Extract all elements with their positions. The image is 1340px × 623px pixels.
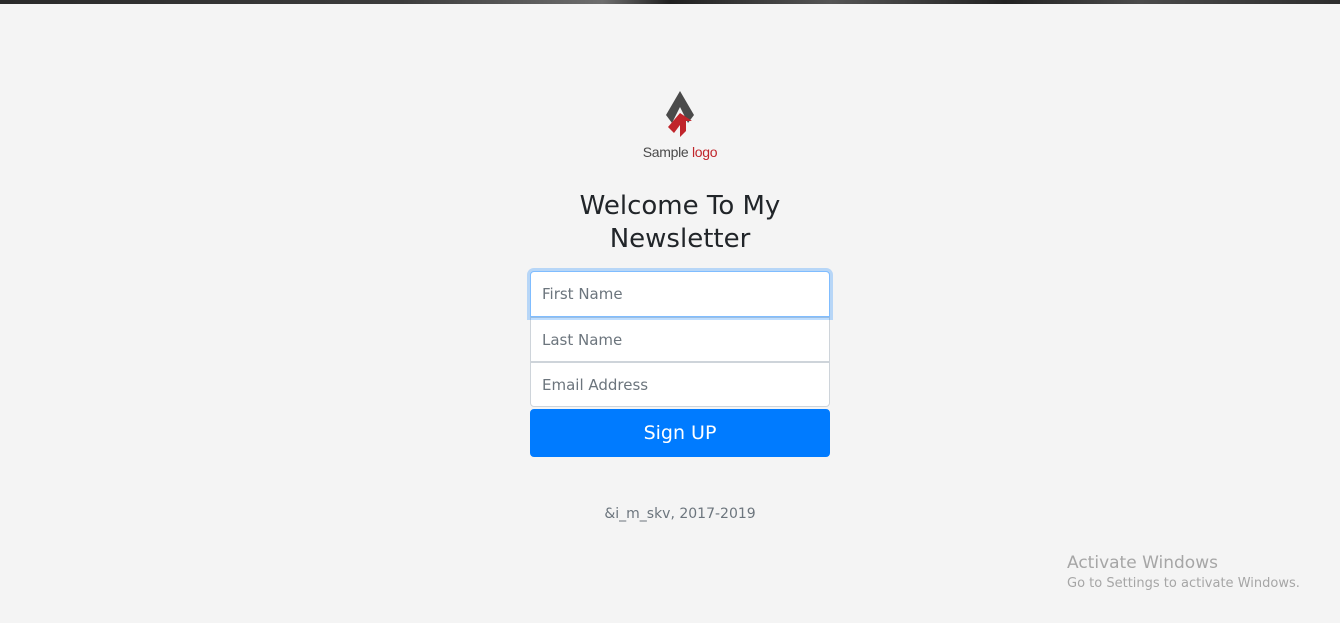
footer-copyright: &i_m_skv, 2017-2019 — [604, 506, 756, 522]
signup-form: Sample logo Welcome To My Newsletter Sig… — [530, 88, 830, 457]
page-title: Welcome To My Newsletter — [579, 191, 781, 254]
watermark-title: Activate Windows — [1067, 553, 1218, 573]
last-name-input[interactable] — [530, 317, 830, 362]
form-fields: Sign UP — [530, 271, 830, 457]
logo: Sample logo — [530, 88, 830, 164]
activate-windows-watermark: Activate Windows Go to Settings to activ… — [1067, 552, 1300, 594]
sample-logo-icon — [666, 91, 694, 137]
first-name-input[interactable] — [530, 271, 830, 317]
logo-text-accent: logo — [691, 144, 718, 160]
watermark-subtitle: Go to Settings to activate Windows. — [1067, 576, 1300, 591]
email-input[interactable] — [530, 362, 830, 407]
sign-up-button[interactable]: Sign UP — [530, 409, 830, 457]
logo-text: Sample logo — [530, 144, 830, 160]
logo-text-primary: Sample — [642, 144, 689, 160]
top-window-strip — [0, 0, 1340, 4]
